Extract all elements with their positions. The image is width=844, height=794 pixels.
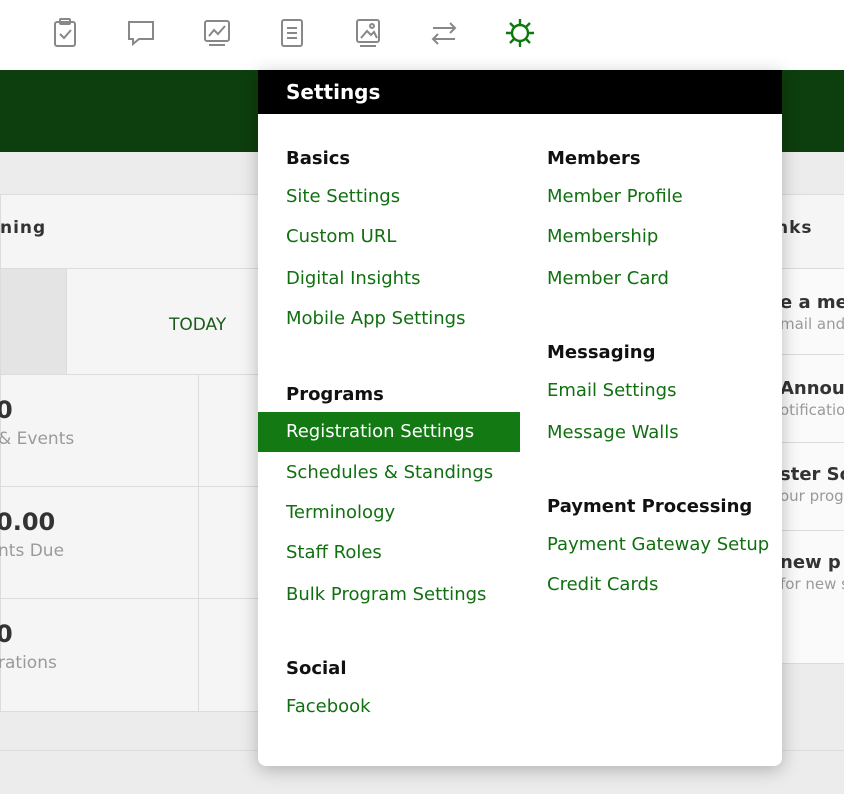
- section-title-programs: Programs: [286, 384, 384, 405]
- quick-link-sub: for new s: [780, 575, 844, 593]
- stat-value: 0: [0, 620, 13, 648]
- link-mobile-app-settings[interactable]: Mobile App Settings: [286, 299, 465, 339]
- link-digital-insights[interactable]: Digital Insights: [286, 259, 420, 299]
- today-cell[interactable]: [66, 268, 268, 376]
- link-custom-url[interactable]: Custom URL: [286, 217, 396, 257]
- settings-title: Settings: [258, 70, 782, 114]
- link-member-card[interactable]: Member Card: [547, 259, 669, 299]
- link-bulk-program-settings[interactable]: Bulk Program Settings: [286, 575, 486, 615]
- quick-link-title: Annou: [780, 378, 844, 399]
- link-email-settings[interactable]: Email Settings: [547, 371, 677, 411]
- quick-link-sub: mail and/: [780, 315, 844, 333]
- link-credit-cards[interactable]: Credit Cards: [547, 565, 658, 605]
- link-member-profile[interactable]: Member Profile: [547, 177, 683, 217]
- gear-icon[interactable]: [502, 14, 538, 52]
- settings-dropdown: Settings Basics Site Settings Custom URL…: [258, 70, 782, 766]
- stat-value: 0.00: [0, 508, 56, 536]
- quick-link-sub: our prog: [780, 487, 844, 505]
- quick-link-title: ster Sc: [780, 464, 844, 485]
- today-label[interactable]: TODAY: [169, 315, 226, 335]
- chart-line-icon[interactable]: [199, 14, 235, 52]
- stat-value: 0: [0, 396, 13, 424]
- section-title-members: Members: [547, 148, 641, 169]
- chat-bubble-icon[interactable]: [123, 14, 159, 52]
- date-cell: [0, 268, 68, 376]
- link-schedules-standings[interactable]: Schedules & Standings: [286, 453, 493, 493]
- quick-link-sub: otification: [780, 401, 844, 419]
- section-title-social: Social: [286, 658, 347, 679]
- link-registration-settings[interactable]: Registration Settings: [258, 412, 520, 452]
- link-payment-gateway-setup[interactable]: Payment Gateway Setup: [547, 525, 769, 565]
- link-membership[interactable]: Membership: [547, 217, 658, 257]
- checklist-clipboard-icon[interactable]: [47, 14, 83, 52]
- quick-link-title: e a mes: [780, 292, 844, 313]
- quick-link-title: new p: [780, 552, 841, 573]
- section-title-messaging: Messaging: [547, 342, 656, 363]
- link-site-settings[interactable]: Site Settings: [286, 177, 400, 217]
- link-staff-roles[interactable]: Staff Roles: [286, 533, 382, 573]
- link-terminology[interactable]: Terminology: [286, 493, 395, 533]
- link-message-walls[interactable]: Message Walls: [547, 413, 679, 453]
- stat-label: & Events: [0, 429, 75, 449]
- stat-label: nts Due: [0, 541, 65, 561]
- document-lines-icon[interactable]: [274, 14, 310, 52]
- top-nav: [0, 0, 844, 70]
- transfer-arrows-icon[interactable]: [426, 14, 462, 52]
- link-facebook[interactable]: Facebook: [286, 687, 371, 727]
- section-title-basics: Basics: [286, 148, 351, 169]
- section-title-payment-processing: Payment Processing: [547, 496, 753, 517]
- image-gallery-icon[interactable]: [350, 14, 386, 52]
- stat-label: rations: [0, 653, 57, 673]
- left-heading: ning: [0, 218, 47, 238]
